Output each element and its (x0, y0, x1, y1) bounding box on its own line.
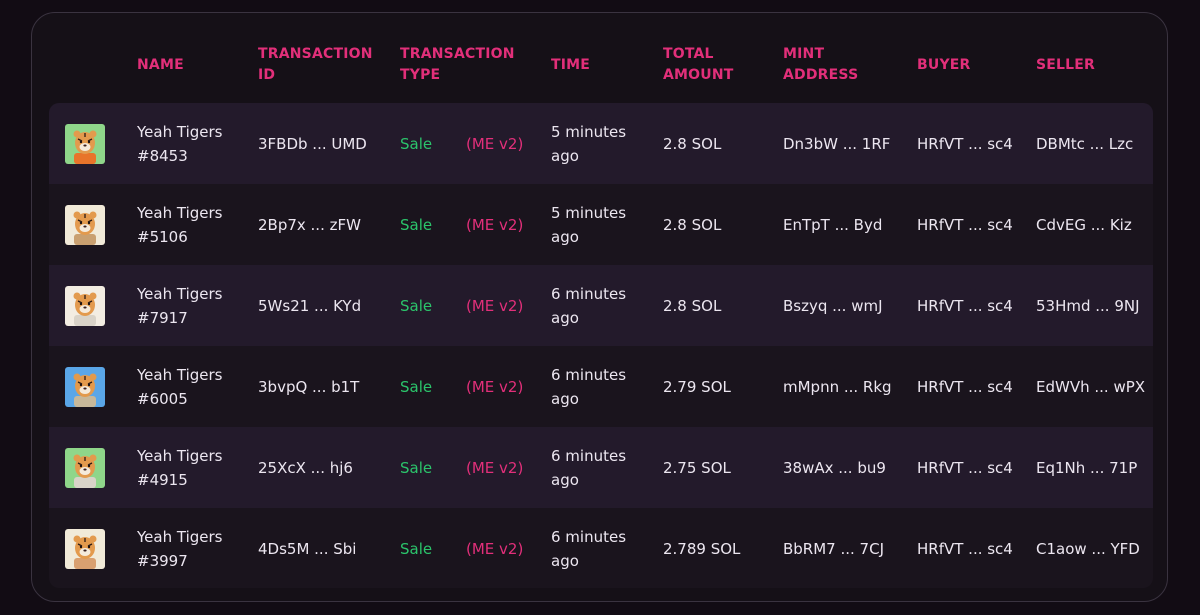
mint-address[interactable]: 38wAx ... bu9 (783, 427, 908, 508)
nft-thumbnail[interactable] (65, 124, 105, 164)
seller-address[interactable]: DBMtc ... Lzc (1036, 103, 1151, 184)
nft-name[interactable]: Yeah Tigers #7917 (137, 265, 247, 346)
transaction-time: 6 minutes ago (551, 284, 627, 327)
buyer-address[interactable]: HRfVT ... sc4 (917, 184, 1027, 265)
transaction-type: Sale (400, 215, 433, 234)
tiger-avatar-icon (65, 286, 105, 326)
marketplace-label: (ME v2) (466, 539, 524, 558)
nft-thumbnail[interactable] (65, 448, 105, 488)
transaction-time: 5 minutes ago (551, 122, 627, 165)
nft-thumbnail[interactable] (65, 367, 105, 407)
buyer-address[interactable]: HRfVT ... sc4 (917, 427, 1027, 508)
total-amount: 2.75 SOL (663, 458, 731, 477)
transaction-time: 5 minutes ago (551, 203, 627, 246)
total-amount: 2.8 SOL (663, 215, 722, 234)
table-row[interactable]: Yeah Tigers #5106 2Bp7x ... zFW Sale (ME… (49, 184, 1153, 265)
marketplace-label: (ME v2) (466, 458, 524, 477)
table-row[interactable]: Yeah Tigers #3997 4Ds5M ... Sbi Sale (ME… (49, 508, 1153, 588)
tiger-avatar-icon (65, 529, 105, 569)
mint-address[interactable]: Dn3bW ... 1RF (783, 103, 908, 184)
buyer-address[interactable]: HRfVT ... sc4 (917, 265, 1027, 346)
table-body: Yeah Tigers #8453 3FBDb ... UMD Sale (ME… (49, 103, 1153, 588)
seller-address[interactable]: 53Hmd ... 9NJ (1036, 265, 1151, 346)
transaction-id[interactable]: 2Bp7x ... zFW (258, 184, 388, 265)
nft-thumbnail[interactable] (65, 286, 105, 326)
buyer-address[interactable]: HRfVT ... sc4 (917, 103, 1027, 184)
transaction-id[interactable]: 5Ws21 ... KYd (258, 265, 388, 346)
nft-thumbnail[interactable] (65, 529, 105, 569)
seller-address[interactable]: C1aow ... YFD (1036, 508, 1151, 588)
total-amount: 2.8 SOL (663, 134, 722, 153)
nft-name[interactable]: Yeah Tigers #5106 (137, 184, 247, 265)
header-transaction-id[interactable]: TRANSACTION ID (258, 42, 373, 88)
buyer-address[interactable]: HRfVT ... sc4 (917, 346, 1027, 427)
total-amount: 2.8 SOL (663, 296, 722, 315)
table-row[interactable]: Yeah Tigers #7917 5Ws21 ... KYd Sale (ME… (49, 265, 1153, 346)
mint-address[interactable]: mMpnn ... Rkg (783, 346, 908, 427)
table-row[interactable]: Yeah Tigers #4915 25XcX ... hj6 Sale (ME… (49, 427, 1153, 508)
mint-address[interactable]: BbRM7 ... 7CJ (783, 508, 908, 588)
transaction-id[interactable]: 3FBDb ... UMD (258, 103, 388, 184)
table-row[interactable]: Yeah Tigers #8453 3FBDb ... UMD Sale (ME… (49, 103, 1153, 184)
marketplace-label: (ME v2) (466, 296, 524, 315)
tiger-avatar-icon (65, 367, 105, 407)
nft-name[interactable]: Yeah Tigers #4915 (137, 427, 247, 508)
table-row[interactable]: Yeah Tigers #6005 3bvpQ ... b1T Sale (ME… (49, 346, 1153, 427)
transaction-id[interactable]: 4Ds5M ... Sbi (258, 508, 388, 588)
nft-name[interactable]: Yeah Tigers #3997 (137, 508, 247, 588)
table-header: NAME TRANSACTION ID TRANSACTION TYPE TIM… (49, 0, 1153, 103)
transaction-time: 6 minutes ago (551, 365, 627, 408)
header-name[interactable]: NAME (137, 42, 247, 88)
header-seller[interactable]: SELLER (1036, 42, 1136, 88)
seller-address[interactable]: CdvEG ... Kiz (1036, 184, 1151, 265)
transaction-time: 6 minutes ago (551, 527, 627, 570)
header-buyer[interactable]: BUYER (917, 42, 1017, 88)
transaction-type: Sale (400, 458, 433, 477)
tiger-avatar-icon (65, 124, 105, 164)
transaction-type: Sale (400, 296, 433, 315)
tiger-avatar-icon (65, 448, 105, 488)
header-mint-address[interactable]: MINT ADDRESS (783, 42, 893, 88)
transaction-id[interactable]: 25XcX ... hj6 (258, 427, 388, 508)
nft-thumbnail[interactable] (65, 205, 105, 245)
total-amount: 2.79 SOL (663, 377, 731, 396)
header-total-amount[interactable]: TOTAL AMOUNT (663, 42, 753, 88)
mint-address[interactable]: Bszyq ... wmJ (783, 265, 908, 346)
nft-name[interactable]: Yeah Tigers #8453 (137, 103, 247, 184)
total-amount: 2.789 SOL (663, 539, 741, 558)
buyer-address[interactable]: HRfVT ... sc4 (917, 508, 1027, 588)
header-time[interactable]: TIME (551, 42, 651, 88)
seller-address[interactable]: Eq1Nh ... 71P (1036, 427, 1151, 508)
transaction-time: 6 minutes ago (551, 446, 627, 489)
marketplace-label: (ME v2) (466, 134, 524, 153)
transaction-type: Sale (400, 539, 433, 558)
header-transaction-type[interactable]: TRANSACTION TYPE (400, 42, 515, 88)
tiger-avatar-icon (65, 205, 105, 245)
transaction-type: Sale (400, 377, 433, 396)
transaction-type: Sale (400, 134, 433, 153)
mint-address[interactable]: EnTpT ... Byd (783, 184, 908, 265)
transaction-id[interactable]: 3bvpQ ... b1T (258, 346, 388, 427)
nft-name[interactable]: Yeah Tigers #6005 (137, 346, 247, 427)
marketplace-label: (ME v2) (466, 215, 524, 234)
seller-address[interactable]: EdWVh ... wPX (1036, 346, 1151, 427)
marketplace-label: (ME v2) (466, 377, 524, 396)
